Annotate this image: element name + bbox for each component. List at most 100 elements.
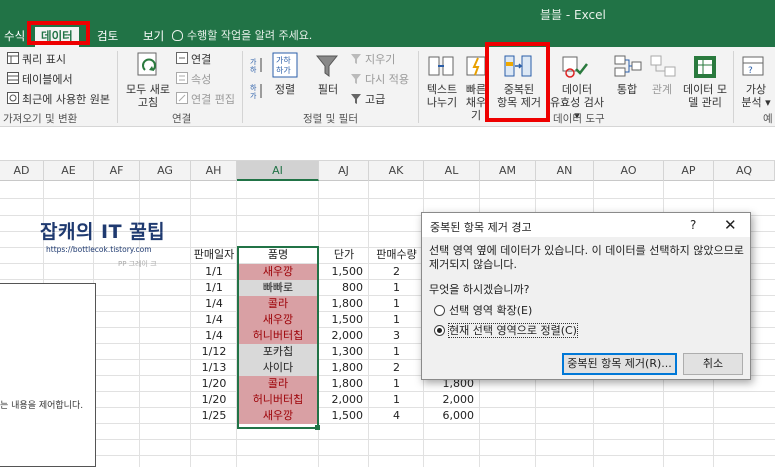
flash-fill-icon: [466, 56, 486, 76]
header-cell-price[interactable]: 단가: [319, 247, 369, 263]
cell-qty[interactable]: 1: [369, 312, 424, 328]
col-header[interactable]: AK: [369, 161, 424, 181]
col-header[interactable]: AE: [44, 161, 94, 181]
cell-item-duplicate[interactable]: 콜라: [239, 376, 317, 392]
cell-price[interactable]: 1,500: [319, 408, 369, 424]
cell-date[interactable]: 1/13: [191, 360, 237, 376]
dialog-titlebar[interactable]: 중복된 항목 제거 경고 ? ✕: [422, 213, 750, 237]
cell-date[interactable]: 1/4: [191, 328, 237, 344]
cell-qty[interactable]: 1: [369, 296, 424, 312]
col-header[interactable]: AP: [664, 161, 714, 181]
svg-text:?: ?: [748, 66, 753, 76]
cell-item-duplicate[interactable]: 새우깡: [239, 408, 317, 424]
cell-qty[interactable]: 1: [369, 344, 424, 360]
col-header-selected[interactable]: AI: [237, 161, 319, 181]
tab-view[interactable]: 보기: [137, 27, 170, 47]
cell-price[interactable]: 1,800: [319, 376, 369, 392]
cell-item[interactable]: 사이다: [239, 360, 317, 376]
cell-total[interactable]: 6,000: [424, 408, 480, 424]
cell-price[interactable]: 800: [319, 280, 369, 296]
header-cell-item[interactable]: 품명: [238, 247, 318, 263]
filter-button[interactable]: 필터: [313, 83, 343, 96]
cell-price[interactable]: 1,800: [319, 360, 369, 376]
text-to-columns-button[interactable]: 텍스트 나누기: [423, 83, 461, 109]
tell-me-search[interactable]: 수행할 작업을 알려 주세요.: [172, 27, 312, 45]
remove-duplicates-button[interactable]: 중복된 항목 제거: [494, 83, 544, 109]
col-header[interactable]: AO: [594, 161, 664, 181]
connections-button[interactable]: 연결: [191, 51, 211, 67]
cell-date[interactable]: 1/20: [191, 376, 237, 392]
cell-price[interactable]: 1,800: [319, 296, 369, 312]
help-icon[interactable]: ?: [690, 218, 696, 232]
relationships-button[interactable]: 관계: [646, 83, 678, 96]
col-header[interactable]: AM: [480, 161, 536, 181]
sort-button[interactable]: 정렬: [270, 83, 300, 96]
text-box-shape[interactable]: [0, 283, 96, 467]
cell-price[interactable]: 2,000: [319, 392, 369, 408]
reapply-filter-button[interactable]: 다시 적용: [365, 71, 409, 87]
cell-qty[interactable]: 1: [369, 392, 424, 408]
col-header[interactable]: AF: [94, 161, 140, 181]
recent-sources-button[interactable]: 최근에 사용한 원본: [22, 91, 110, 107]
from-table-button[interactable]: 테이블에서: [22, 71, 73, 87]
data-validation-label-2: 유효성 검사: [549, 96, 605, 109]
data-model-button[interactable]: 데이터 모델 관리: [681, 83, 729, 109]
clear-filter-button[interactable]: 지우기: [365, 51, 395, 67]
col-header[interactable]: AQ: [714, 161, 775, 181]
cell-price[interactable]: 1,500: [319, 264, 369, 280]
fill-handle[interactable]: [315, 425, 320, 430]
col-header[interactable]: AH: [191, 161, 237, 181]
cell-price[interactable]: 1,300: [319, 344, 369, 360]
cell-item-duplicate[interactable]: 콜라: [239, 296, 317, 312]
current-selection-radio[interactable]: 현재 선택 영역으로 정렬(C): [434, 323, 578, 338]
col-header[interactable]: AJ: [319, 161, 369, 181]
cell-qty[interactable]: 2: [369, 360, 424, 376]
show-queries-button[interactable]: 쿼리 표시: [22, 51, 66, 67]
cell-date[interactable]: 1/12: [191, 344, 237, 360]
formula-bar[interactable]: [0, 127, 775, 161]
advanced-filter-icon: [351, 94, 361, 104]
header-cell-qty[interactable]: 판매수량: [369, 247, 424, 263]
cell-item-duplicate[interactable]: 허니버터칩: [239, 328, 317, 344]
cell-qty[interactable]: 4: [369, 408, 424, 424]
cell-item-duplicate[interactable]: 허니버터칩: [239, 392, 317, 408]
cell-date[interactable]: 1/4: [191, 296, 237, 312]
cell-qty[interactable]: 2: [369, 264, 424, 280]
cell-date[interactable]: 1/20: [191, 392, 237, 408]
cell-item[interactable]: 포카칩: [239, 344, 317, 360]
col-header[interactable]: AL: [424, 161, 480, 181]
cell-item-duplicate[interactable]: 새우깡: [239, 264, 317, 280]
remove-duplicates-label-2: 항목 제거: [497, 96, 541, 109]
properties-button[interactable]: 속성: [191, 71, 211, 87]
cell-item-duplicate[interactable]: 새우깡: [239, 312, 317, 328]
advanced-filter-button[interactable]: 고급: [365, 91, 385, 107]
sort-desc-icon: 하가: [250, 83, 262, 99]
tab-review[interactable]: 검토: [91, 27, 124, 47]
header-cell-date[interactable]: 판매일자: [191, 247, 237, 263]
col-header[interactable]: AD: [0, 161, 44, 181]
cell-date[interactable]: 1/1: [191, 280, 237, 296]
cell-date[interactable]: 1/4: [191, 312, 237, 328]
cell-item[interactable]: 빠빠로: [239, 280, 317, 296]
cell-qty[interactable]: 1: [369, 376, 424, 392]
close-icon[interactable]: ✕: [724, 216, 737, 234]
remove-duplicates-confirm-button[interactable]: 중복된 항목 제거(R)...: [562, 353, 677, 375]
cell-qty[interactable]: 3: [369, 328, 424, 344]
col-header[interactable]: AG: [140, 161, 191, 181]
consolidate-button[interactable]: 통합: [612, 83, 642, 96]
cell-date[interactable]: 1/25: [191, 408, 237, 424]
flash-fill-button[interactable]: 빠른 채우기: [461, 83, 491, 122]
expand-selection-radio[interactable]: 선택 영역 확장(E): [434, 304, 532, 317]
tab-data[interactable]: 데이터: [35, 27, 79, 47]
cell-total[interactable]: 2,000: [424, 392, 480, 408]
edit-links-button[interactable]: 연결 편집: [191, 91, 235, 107]
cell-date[interactable]: 1/1: [191, 264, 237, 280]
col-header[interactable]: AN: [536, 161, 594, 181]
tab-formulas[interactable]: 수식: [0, 27, 31, 47]
cell-price[interactable]: 1,500: [319, 312, 369, 328]
what-if-analysis-button[interactable]: 가상 분석 ▾: [737, 83, 775, 109]
refresh-all-button[interactable]: 모두 새로 고침: [124, 83, 172, 109]
cancel-button[interactable]: 취소: [683, 353, 743, 375]
cell-price[interactable]: 2,000: [319, 328, 369, 344]
cell-qty[interactable]: 1: [369, 280, 424, 296]
